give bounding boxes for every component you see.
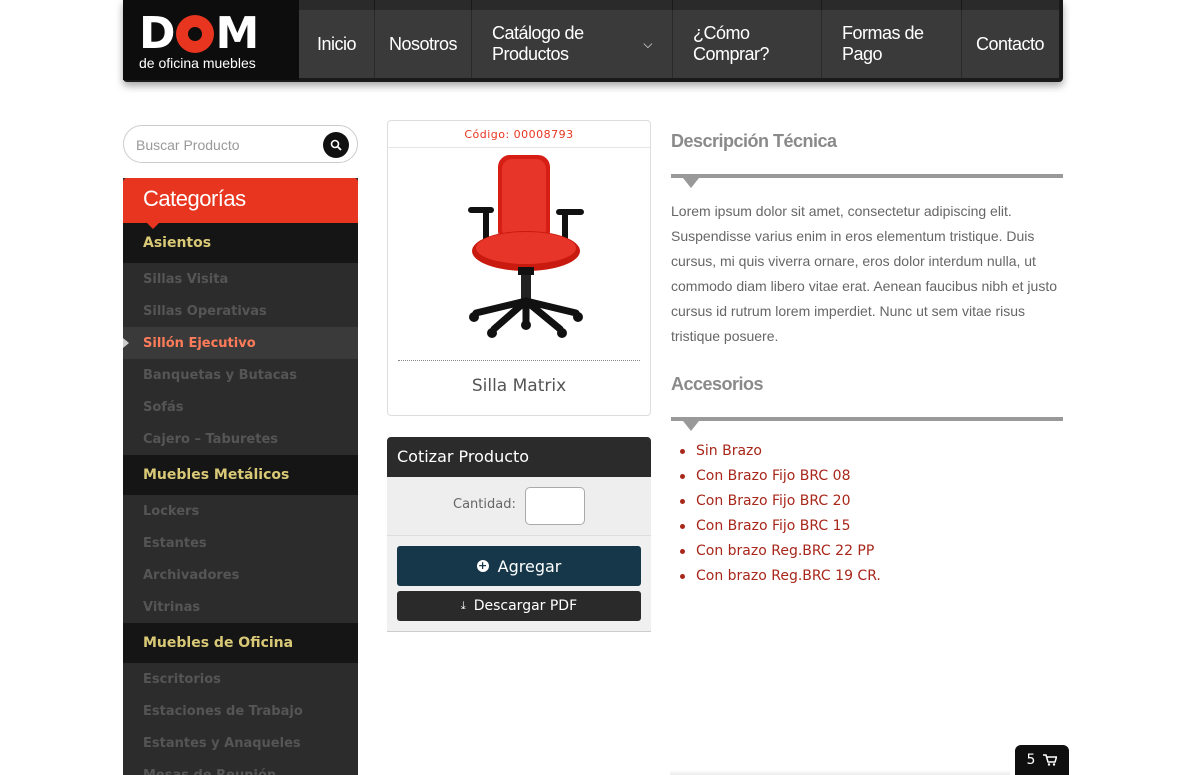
nav-top-strip — [299, 0, 1059, 10]
nav-label: Nosotros — [388, 33, 458, 54]
logo-subtitle: de oficina muebles — [139, 55, 256, 71]
category-item[interactable]: Estaciones de Trabajo — [123, 695, 358, 727]
nav-label: ¿Cómo Comprar? — [693, 23, 770, 64]
category-sidebar: Categorías Asientos Sillas Visita Sillas… — [123, 178, 358, 775]
accessory-item[interactable]: Con Brazo Fijo BRC 20 — [680, 489, 881, 514]
quantity-input[interactable] — [525, 487, 585, 525]
nav-item-contacto[interactable]: Contacto — [962, 10, 1058, 78]
search-button[interactable] — [323, 132, 349, 158]
nav-label: Formas de Pago — [842, 23, 924, 64]
download-icon: ⤓ — [460, 599, 466, 612]
logo-mark: DM — [139, 8, 259, 59]
product-image[interactable] — [458, 151, 588, 341]
cart-button[interactable]: 5 — [1015, 745, 1069, 775]
accessory-item[interactable]: Sin Brazo — [680, 439, 881, 464]
quantity-label: Cantidad: — [453, 497, 516, 512]
category-item[interactable]: Vitrinas — [123, 591, 358, 623]
category-item[interactable]: Estantes — [123, 527, 358, 559]
category-item[interactable]: Lockers — [123, 495, 358, 527]
search-input[interactable] — [136, 134, 321, 156]
cart-count: 5 — [1026, 752, 1036, 768]
add-button[interactable]: + Agregar — [397, 546, 641, 586]
chevron-down-icon: ⌵ — [643, 36, 652, 51]
cart-icon — [1043, 754, 1058, 766]
accessory-item[interactable]: Con brazo Reg.BRC 19 CR. — [680, 564, 881, 589]
description-title: Descripción Técnica — [671, 131, 837, 151]
quote-title: Cotizar Producto — [387, 437, 651, 477]
nav-item-nosotros[interactable]: Nosotros — [375, 10, 472, 78]
nav-item-formas-pago[interactable]: Formas de Pago — [822, 10, 962, 78]
accessory-item[interactable]: Con Brazo Fijo BRC 15 — [680, 514, 881, 539]
category-item-active[interactable]: Sillón Ejecutivo — [123, 327, 358, 359]
description-text: Lorem ipsum dolor sit amet, consectetur … — [671, 203, 1058, 344]
category-item[interactable]: Sillas Visita — [123, 263, 358, 295]
nav-item-catalogo[interactable]: Catálogo de Productos ⌵ — [472, 10, 673, 78]
quote-panel: Cotizar Producto Cantidad: + Agregar ⤓ D… — [387, 437, 651, 632]
category-item[interactable]: Estantes y Anaqueles — [123, 727, 358, 759]
product-name: Silla Matrix — [471, 376, 567, 396]
description-divider — [671, 174, 1063, 188]
accessories-list: Sin Brazo Con Brazo Fijo BRC 08 Con Braz… — [680, 439, 881, 589]
category-item[interactable]: Sillas Operativas — [123, 295, 358, 327]
nav-label: Contacto — [975, 33, 1045, 54]
category-item[interactable]: Cajero – Taburetes — [123, 423, 358, 455]
categories-title: Categorías — [123, 178, 358, 229]
nav-item-inicio[interactable]: Inicio — [299, 10, 375, 78]
category-group-oficina[interactable]: Muebles de Oficina — [123, 623, 358, 663]
footer-shadow — [670, 770, 1010, 775]
accessory-item[interactable]: Con brazo Reg.BRC 22 PP — [680, 539, 881, 564]
nav-item-como-comprar[interactable]: ¿Cómo Comprar? — [673, 10, 822, 78]
download-pdf-label: Descargar PDF — [473, 598, 578, 614]
add-button-label: Agregar — [497, 556, 562, 576]
quantity-row: Cantidad: — [387, 477, 651, 536]
accessories-divider — [671, 417, 1063, 431]
product-card: Código: 00008793 Silla Matrix — [387, 120, 651, 416]
site-header: DM de oficina muebles Inicio Nosotros Ca… — [123, 0, 1063, 82]
plus-circle-icon: + — [476, 559, 489, 572]
product-code: Código: 00008793 — [388, 121, 650, 148]
category-group-asientos[interactable]: Asientos — [123, 223, 358, 263]
accessories-title: Accesorios — [671, 374, 764, 394]
accessory-item[interactable]: Con Brazo Fijo BRC 08 — [680, 464, 881, 489]
card-divider — [398, 360, 640, 361]
search-box — [123, 125, 358, 163]
nav-label: Inicio — [316, 33, 357, 54]
category-group-metalicos[interactable]: Muebles Metálicos — [123, 455, 358, 495]
logo[interactable]: DM de oficina muebles — [123, 0, 299, 80]
category-item[interactable]: Mesas de Reunión — [123, 759, 358, 775]
main-nav: Inicio Nosotros Catálogo de Productos ⌵ ¿… — [299, 10, 1059, 78]
search-icon — [330, 139, 342, 151]
category-item[interactable]: Escritorios — [123, 663, 358, 695]
nav-label: Catálogo de Productos — [492, 23, 584, 64]
download-pdf-button[interactable]: ⤓ Descargar PDF — [397, 591, 641, 621]
category-item[interactable]: Sofás — [123, 391, 358, 423]
category-item[interactable]: Banquetas y Butacas — [123, 359, 358, 391]
category-item[interactable]: Archivadores — [123, 559, 358, 591]
